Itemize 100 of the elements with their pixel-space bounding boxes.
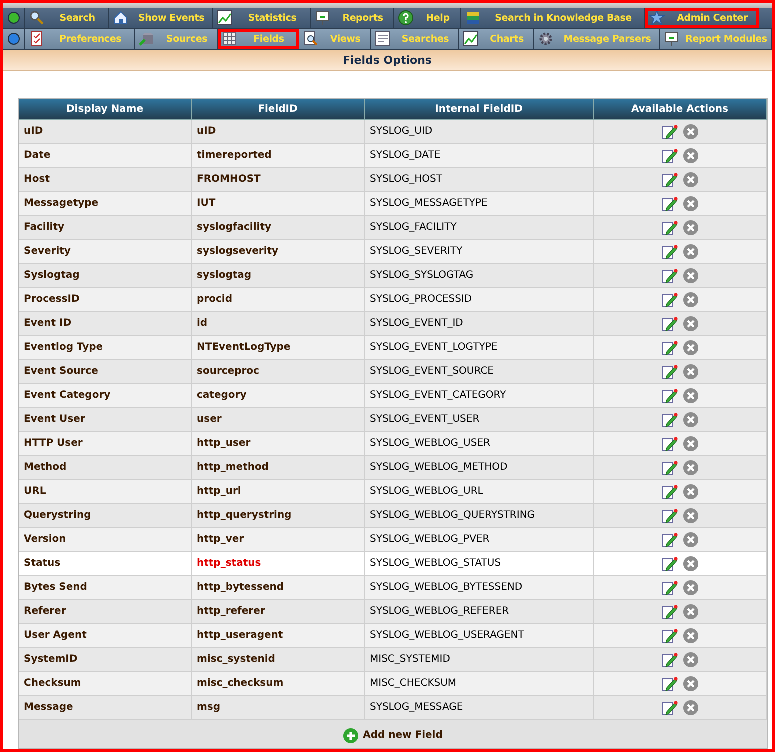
delete-icon[interactable] — [682, 316, 698, 332]
table-cell: SYSLOG_DATE — [365, 144, 594, 168]
table-cell: Message — [19, 696, 192, 720]
delete-icon[interactable] — [682, 436, 698, 452]
table-cell: timereported — [192, 144, 365, 168]
delete-icon[interactable] — [682, 124, 698, 140]
delete-icon[interactable] — [682, 196, 698, 212]
edit-icon[interactable] — [662, 436, 678, 452]
edit-icon[interactable] — [662, 676, 678, 692]
table-cell: misc_systenid — [192, 648, 365, 672]
delete-icon[interactable] — [682, 628, 698, 644]
delete-icon[interactable] — [682, 484, 698, 500]
table-cell: uID — [19, 120, 192, 144]
delete-icon[interactable] — [682, 292, 698, 308]
table-cell: MISC_SYSTEMID — [365, 648, 594, 672]
delete-icon[interactable] — [682, 556, 698, 572]
table-cell: Checksum — [19, 672, 192, 696]
edit-icon[interactable] — [662, 700, 678, 716]
table-cell: Syslogtag — [19, 264, 192, 288]
form-icon — [375, 31, 391, 48]
edit-icon[interactable] — [662, 148, 678, 164]
delete-icon[interactable] — [682, 508, 698, 524]
column-header: Available Actions — [594, 99, 767, 120]
table-cell: Eventlog Type — [19, 336, 192, 360]
edit-icon[interactable] — [662, 316, 678, 332]
menu-item[interactable]: Search — [25, 8, 109, 28]
table-cell: Event User — [19, 408, 192, 432]
menu-item[interactable]: Statistics — [213, 8, 311, 28]
delete-icon[interactable] — [682, 268, 698, 284]
menu-item[interactable]: Admin Center — [645, 8, 759, 28]
edit-icon[interactable] — [662, 556, 678, 572]
edit-icon[interactable] — [662, 484, 678, 500]
delete-icon[interactable] — [682, 220, 698, 236]
table-cell: syslogtag — [192, 264, 365, 288]
delete-icon[interactable] — [682, 532, 698, 548]
menu-item[interactable]: Help — [394, 8, 461, 28]
table-cell: Severity — [19, 240, 192, 264]
delete-icon[interactable] — [682, 580, 698, 596]
menu-item[interactable]: Reports — [311, 8, 394, 28]
grid-icon — [222, 31, 238, 48]
section-title: Fields Options — [343, 54, 432, 67]
delete-icon[interactable] — [682, 604, 698, 620]
table-cell: IUT — [192, 192, 365, 216]
table-cell: SYSLOG_WEBLOG_STATUS — [365, 552, 594, 576]
table-cell: http_status — [192, 552, 365, 576]
table-cell: http_method — [192, 456, 365, 480]
table-cell: Referer — [19, 600, 192, 624]
delete-icon[interactable] — [682, 148, 698, 164]
table-cell: SYSLOG_WEBLOG_QUERYSTRING — [365, 504, 594, 528]
table-cell: syslogfacility — [192, 216, 365, 240]
edit-icon[interactable] — [662, 364, 678, 380]
delete-icon[interactable] — [682, 388, 698, 404]
delete-icon[interactable] — [682, 340, 698, 356]
add-field-button[interactable]: Add new Field — [343, 724, 443, 744]
column-header: Display Name — [19, 99, 192, 120]
edit-icon[interactable] — [662, 652, 678, 668]
delete-icon[interactable] — [682, 460, 698, 476]
table-cell: Facility — [19, 216, 192, 240]
edit-icon[interactable] — [662, 388, 678, 404]
edit-icon[interactable] — [662, 268, 678, 284]
edit-icon[interactable] — [662, 244, 678, 260]
edit-icon[interactable] — [662, 220, 678, 236]
edit-icon[interactable] — [662, 460, 678, 476]
menu-item[interactable]: Search in Knowledge Base — [461, 8, 645, 28]
delete-icon[interactable] — [682, 652, 698, 668]
delete-icon[interactable] — [682, 364, 698, 380]
table-cell: SystemID — [19, 648, 192, 672]
question-icon — [398, 10, 414, 26]
delete-icon[interactable] — [682, 244, 698, 260]
table-cell: SYSLOG_EVENT_ID — [365, 312, 594, 336]
table-cell: Messagetype — [19, 192, 192, 216]
delete-icon[interactable] — [682, 676, 698, 692]
edit-icon[interactable] — [662, 124, 678, 140]
table-cell: sourceproc — [192, 360, 365, 384]
table-cell: URL — [19, 480, 192, 504]
table-cell: HTTP User — [19, 432, 192, 456]
edit-icon[interactable] — [662, 412, 678, 428]
edit-icon[interactable] — [662, 628, 678, 644]
edit-icon[interactable] — [662, 604, 678, 620]
easel-icon — [315, 10, 331, 26]
delete-icon[interactable] — [682, 700, 698, 716]
menu-item[interactable]: Show Events — [109, 8, 213, 28]
edit-icon[interactable] — [662, 580, 678, 596]
edit-icon[interactable] — [662, 196, 678, 212]
edit-icon[interactable] — [662, 532, 678, 548]
edit-icon[interactable] — [662, 340, 678, 356]
plus-icon — [343, 728, 360, 744]
delete-icon[interactable] — [682, 412, 698, 428]
delete-icon[interactable] — [682, 172, 698, 188]
table-cell: http_bytessend — [192, 576, 365, 600]
table-cell: SYSLOG_WEBLOG_METHOD — [365, 456, 594, 480]
edit-icon[interactable] — [662, 172, 678, 188]
table-cell: Bytes Send — [19, 576, 192, 600]
edit-icon[interactable] — [662, 508, 678, 524]
table-cell: ProcessID — [19, 288, 192, 312]
books-icon — [465, 10, 481, 26]
table-cell: SYSLOG_WEBLOG_USERAGENT — [365, 624, 594, 648]
edit-icon[interactable] — [662, 292, 678, 308]
table-cell: Event Source — [19, 360, 192, 384]
table-cell: SYSLOG_SYSLOGTAG — [365, 264, 594, 288]
